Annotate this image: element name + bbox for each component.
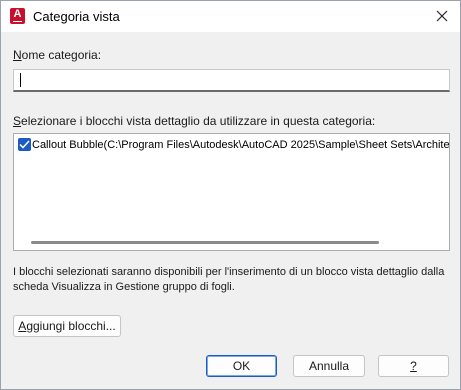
autocad-app-icon: A xyxy=(10,8,25,24)
close-icon xyxy=(436,10,448,22)
horizontal-scrollbar-thumb[interactable] xyxy=(31,241,379,244)
callout-block-list[interactable]: Callout Bubble(C:\Program Files\Autodesk… xyxy=(13,133,450,251)
text-caret xyxy=(20,73,21,87)
app-icon-letter: A xyxy=(13,8,22,20)
list-item-checkbox[interactable] xyxy=(18,138,31,151)
ok-button[interactable]: OK xyxy=(206,355,277,377)
name-field-label: Nome categoria: xyxy=(13,48,102,62)
block-list-label: Selezionare i blocchi vista dettaglio da… xyxy=(13,114,376,128)
category-name-input[interactable] xyxy=(13,69,450,92)
help-button[interactable]: ? xyxy=(378,355,449,377)
close-button[interactable] xyxy=(430,5,454,27)
title-bar[interactable]: A Categoria vista xyxy=(1,1,460,32)
dialog-window: A Categoria vista Nome categoria: Selezi… xyxy=(0,0,461,390)
add-blocks-button[interactable]: Aggiungi blocchi... xyxy=(13,315,121,337)
window-title: Categoria vista xyxy=(33,9,120,24)
checkmark-icon xyxy=(19,140,30,149)
info-text: I blocchi selezionati saranno disponibil… xyxy=(13,266,445,293)
cancel-button[interactable]: Annulla xyxy=(293,355,365,377)
list-item-label: Callout Bubble(C:\Program Files\Autodesk… xyxy=(32,139,450,151)
